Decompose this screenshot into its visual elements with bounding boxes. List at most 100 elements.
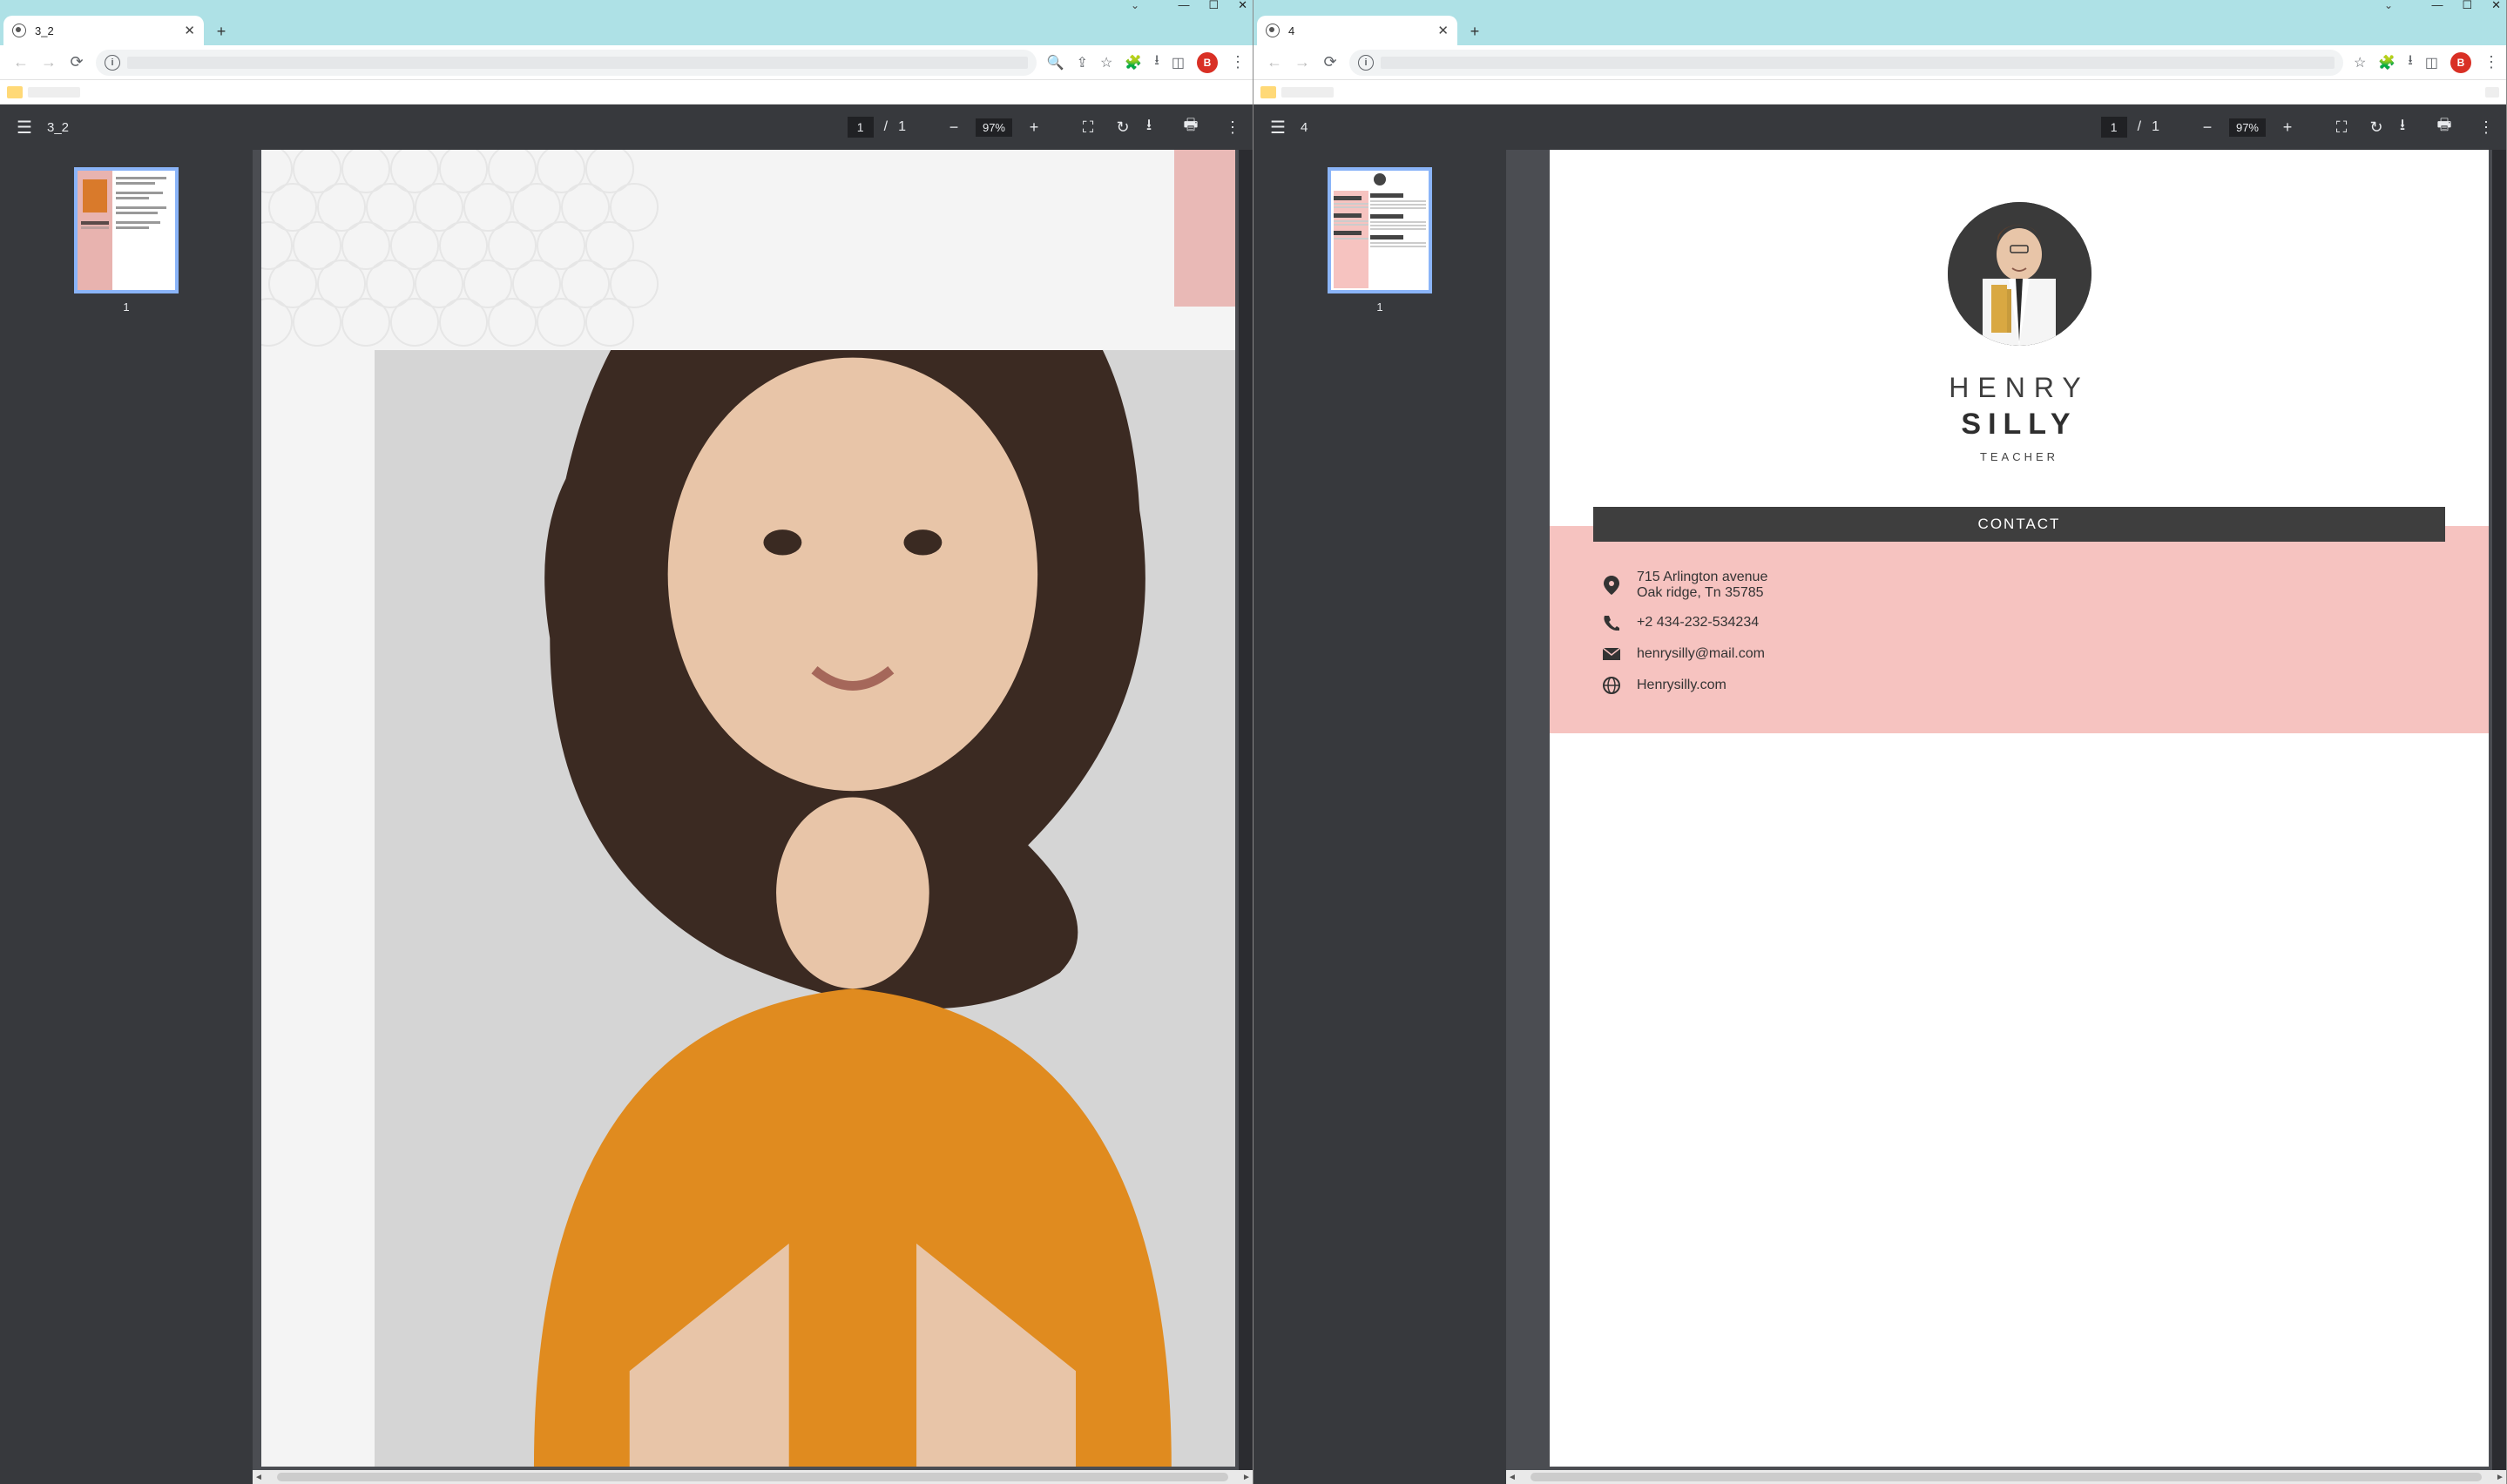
window-controls: — ☐ ✕ [2431,0,2501,12]
right-window: ⌄ — ☐ ✕ 4 ✕ + ← → ⟳ i ☆ 🧩 ⭳ ◫ B ⋮ [1254,0,2507,1484]
close-window-icon[interactable]: ✕ [1238,0,1247,12]
viewer-toolbar: ☰ 4 / 1 − 97% + ⛶ ↻ ⭳ 🖶 ⋮ [1254,105,2506,150]
new-tab-button[interactable]: + [1463,19,1487,44]
horizontal-scrollbar[interactable]: ◄ ► [1506,1470,2506,1484]
toolbar-right: ⭳ 🖶 ⋮ [2389,114,2499,140]
zoom-level[interactable]: 97% [2229,118,2266,137]
tab-search-icon[interactable]: ⌄ [2384,0,2393,11]
bookmark-star-icon[interactable]: ☆ [1100,54,1112,71]
page-content[interactable]: ◄ ► [253,150,1253,1484]
viewer-menu-icon[interactable]: ☰ [7,117,42,138]
fit-page-icon[interactable]: ⛶ [2328,118,2355,137]
close-window-icon[interactable]: ✕ [2491,0,2501,12]
fit-page-icon[interactable]: ⛶ [1075,118,1101,137]
forward-button[interactable]: → [35,49,63,77]
tab-favicon-icon [1266,24,1280,37]
tab-title: 3_2 [35,24,179,37]
zoom-icon[interactable]: 🔍 [1047,54,1064,71]
reload-button[interactable]: ⟳ [1316,49,1344,77]
page-content[interactable]: HENRY SILLY TEACHER CONTACT 715 Arlingto… [1506,150,2506,1484]
page-input[interactable] [2101,117,2127,138]
viewer-menu-icon[interactable]: ☰ [1260,117,1295,138]
forward-button[interactable]: → [1288,49,1316,77]
browser-menu-icon[interactable]: ⋮ [2483,53,2499,71]
zoom-out-button[interactable]: − [941,118,967,137]
close-tab-icon[interactable]: ✕ [1437,23,1449,38]
profile-avatar[interactable]: B [2450,52,2471,73]
site-info-icon[interactable]: i [105,55,120,71]
browser-tab[interactable]: 4 ✕ [1257,16,1457,45]
site-info-icon[interactable]: i [1358,55,1374,71]
minimize-icon[interactable]: — [1178,0,1189,12]
url-input[interactable]: i [1349,50,2343,76]
rotate-icon[interactable]: ↻ [1110,118,1136,137]
toolbar-right: ⭳ 🖶 ⋮ [1136,114,1246,140]
page-separator: / [2138,119,2141,135]
bookmark-folder-icon[interactable] [1260,86,1276,98]
page-thumbnail[interactable] [1328,167,1432,293]
page-input[interactable] [848,117,874,138]
tab-favicon-icon [12,24,26,37]
downloads-icon[interactable]: ⭳ [1154,51,1159,74]
document-title: 4 [1301,120,2101,135]
close-tab-icon[interactable]: ✕ [184,23,195,38]
sidepanel-icon[interactable]: ◫ [2425,54,2438,71]
resume-header: HENRY SILLY TEACHER [1550,150,2489,463]
address-actions: ☆ 🧩 ⭳ ◫ B ⋮ [2354,51,2499,74]
tab-search-icon[interactable]: ⌄ [1131,0,1139,11]
minimize-icon[interactable]: — [2431,0,2443,12]
viewer-more-icon[interactable]: ⋮ [2473,118,2499,137]
back-button[interactable]: ← [1260,49,1288,77]
print-button[interactable]: 🖶 [1178,114,1204,140]
scroll-left-icon[interactable]: ◄ [1506,1473,1518,1482]
bookmark-star-icon[interactable]: ☆ [2354,54,2366,71]
contact-website: Henrysilly.com [1602,676,2436,695]
thumbnail-label: 1 [123,300,129,314]
sidepanel-icon[interactable]: ◫ [1172,54,1185,71]
bookmarks-bar [0,80,1253,105]
print-button[interactable]: 🖶 [2431,114,2457,140]
maximize-icon[interactable]: ☐ [2462,0,2472,12]
rotate-icon[interactable]: ↻ [2363,118,2389,137]
address-bar: ← → ⟳ i ☆ 🧩 ⭳ ◫ B ⋮ [1254,45,2506,80]
globe-icon [1602,676,1621,695]
resume-accent-block [1174,150,1235,307]
url-input[interactable]: i [96,50,1037,76]
share-icon[interactable]: ⇪ [1077,54,1088,71]
maximize-icon[interactable]: ☐ [1208,0,1219,12]
scroll-right-icon[interactable]: ► [2494,1473,2506,1482]
reload-button[interactable]: ⟳ [63,49,91,77]
download-button[interactable]: ⭳ [1136,114,1162,140]
download-button[interactable]: ⭳ [2389,114,2416,140]
page-separator: / [884,119,888,135]
back-button[interactable]: ← [7,49,35,77]
zoom-in-button[interactable]: + [2274,118,2301,137]
extensions-icon[interactable]: 🧩 [2378,54,2396,71]
browser-menu-icon[interactable]: ⋮ [1230,53,1246,71]
horizontal-scrollbar[interactable]: ◄ ► [253,1470,1253,1484]
contact-heading: CONTACT [1593,507,2445,542]
page-total: 1 [2152,119,2159,135]
scroll-right-icon[interactable]: ► [1240,1473,1253,1482]
bookmark-blur [2485,87,2499,98]
bookmark-folder-icon[interactable] [7,86,23,98]
new-tab-button[interactable]: + [209,19,233,44]
downloads-icon[interactable]: ⭳ [2408,51,2413,74]
browser-tab[interactable]: 3_2 ✕ [3,16,204,45]
document-title: 3_2 [47,120,848,135]
vertical-scrollbar[interactable] [2492,150,2506,1484]
profile-avatar[interactable]: B [1197,52,1218,73]
window-controls: — ☐ ✕ [1178,0,1247,12]
toolbar-center: / 1 − 97% + ⛶ ↻ [2101,117,2389,138]
zoom-level[interactable]: 97% [976,118,1012,137]
resume-photo [1948,202,2091,346]
vertical-scrollbar[interactable] [1239,150,1253,1484]
tabbar: 3_2 ✕ + [0,14,1253,45]
viewer-more-icon[interactable]: ⋮ [1220,118,1246,137]
zoom-in-button[interactable]: + [1021,118,1047,137]
extensions-icon[interactable]: 🧩 [1125,54,1142,71]
zoom-out-button[interactable]: − [2194,118,2220,137]
scroll-left-icon[interactable]: ◄ [253,1473,265,1482]
contact-block: 715 Arlington avenueOak ridge, Tn 35785 … [1550,526,2489,733]
page-thumbnail[interactable] [74,167,179,293]
